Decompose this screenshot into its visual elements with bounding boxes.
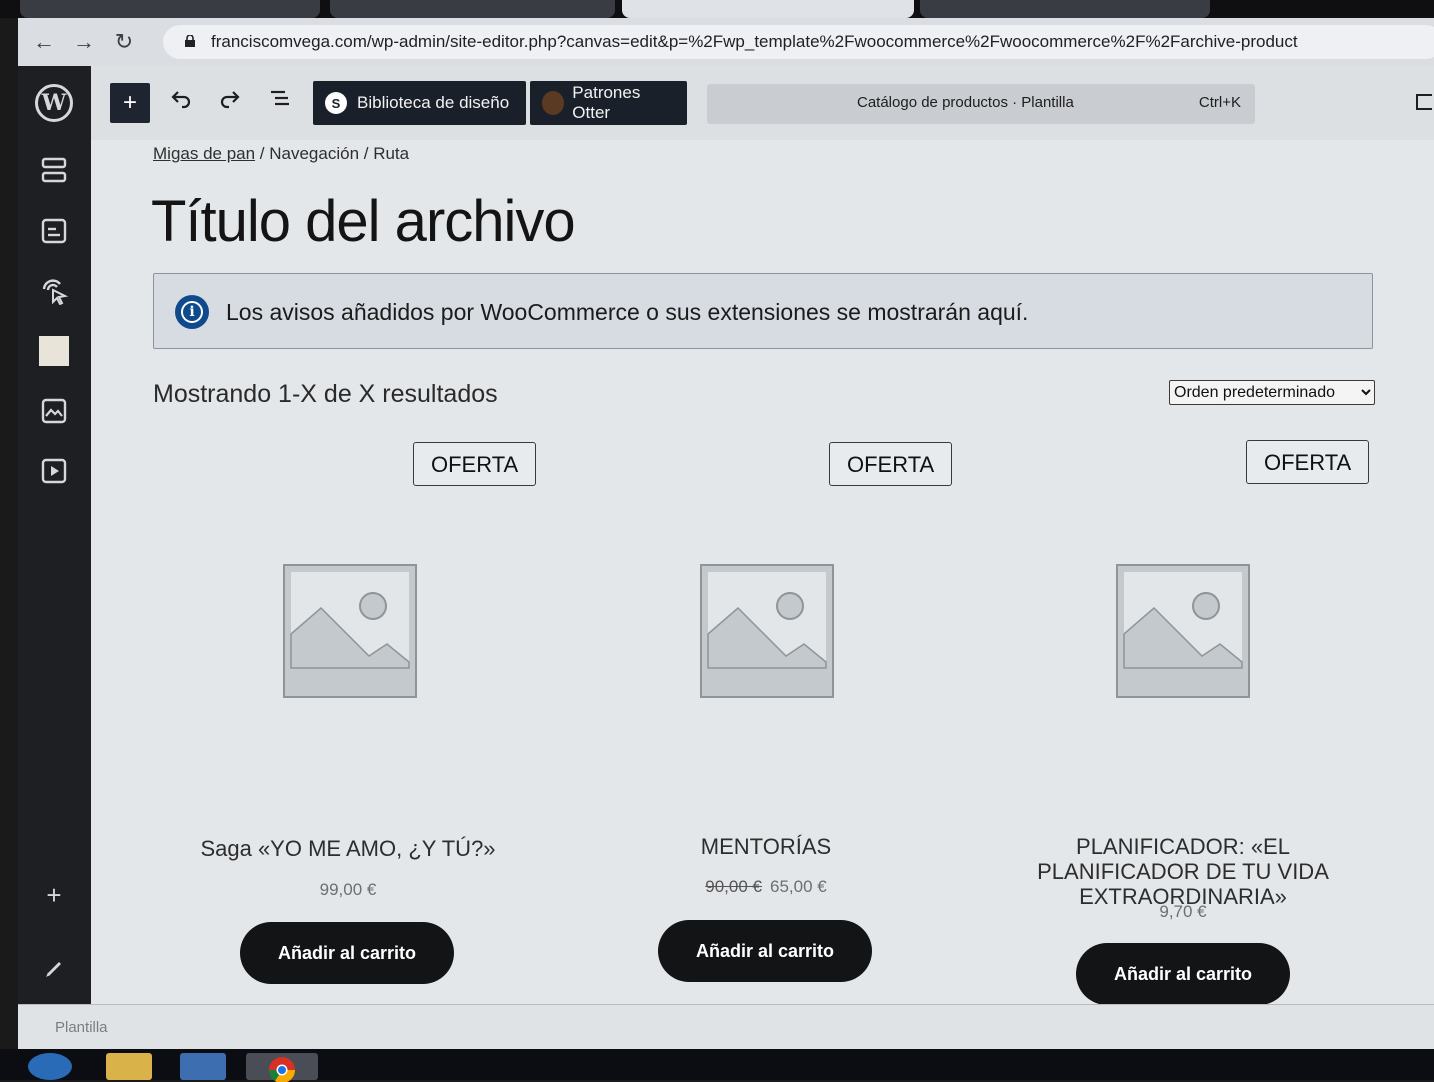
current-price: 65,00 € <box>770 877 827 896</box>
otter-patterns-label: Patrones Otter <box>572 83 641 122</box>
product-title[interactable]: PLANIFICADOR: «EL PLANIFICADOR DE TU VID… <box>993 834 1373 909</box>
sale-badge: OFERTA <box>413 442 537 486</box>
browser-tab[interactable] <box>920 0 1210 18</box>
forward-icon[interactable]: → <box>70 28 98 56</box>
media-player-icon[interactable] <box>180 1053 226 1080</box>
block-breadcrumb-label[interactable]: Plantilla <box>55 1019 108 1036</box>
product-card: OFERTA Saga «YO ME AMO, ¿Y TÚ?» 99,00 € … <box>158 440 538 1004</box>
edit-icon[interactable] <box>37 950 71 984</box>
sale-badge: OFERTA <box>1246 440 1370 484</box>
editor-left-rail: W + <box>18 66 91 1004</box>
placeholder-image-icon <box>700 564 834 698</box>
store-notices-block[interactable]: i Los avisos añadidos por WooCommerce o … <box>153 273 1373 349</box>
templates-icon[interactable] <box>37 334 71 368</box>
document-overview-button[interactable] <box>263 86 297 120</box>
add-to-cart-button[interactable]: Añadir al carrito <box>240 922 454 984</box>
browser-toolbar: ← → ↻ franciscomvega.com/wp-admin/site-e… <box>18 18 1434 66</box>
product-card: OFERTA PLANIFICADOR: «EL PLANIFICADOR DE… <box>993 440 1373 1004</box>
browser-tab-strip <box>0 0 1434 18</box>
media-icon[interactable] <box>37 394 71 428</box>
sale-badge: OFERTA <box>829 442 953 486</box>
browser-tab[interactable] <box>20 0 320 18</box>
placeholder-image-icon <box>283 564 417 698</box>
os-taskbar <box>0 1049 1434 1082</box>
file-explorer-icon[interactable] <box>106 1053 152 1080</box>
product-price: 90,00 € 65,00 € <box>576 877 956 897</box>
result-count: Mostrando 1-X de X resultados <box>153 380 498 408</box>
undo-button[interactable] <box>164 86 198 120</box>
editor-toolbar: + S Biblioteca de diseño Patrones Otter … <box>91 66 1434 141</box>
breadcrumb: Migas de pan / Navegación / Ruta <box>153 144 409 164</box>
product-price: 9,70 € <box>993 902 1373 922</box>
patterns-icon[interactable] <box>37 454 71 488</box>
notice-text: Los avisos añadidos por WooCommerce o su… <box>226 299 1029 325</box>
command-palette-bar[interactable]: Catálogo de productos · Plantilla Ctrl+K <box>707 84 1255 124</box>
document-overview-icon <box>271 90 289 106</box>
product-card: OFERTA MENTORÍAS 90,00 € 65,00 € Añadir a… <box>576 440 956 1004</box>
browser-tab[interactable] <box>330 0 615 18</box>
design-library-icon: S <box>325 92 347 114</box>
chrome-icon[interactable] <box>246 1053 318 1082</box>
wordpress-logo-icon[interactable]: W <box>35 84 73 122</box>
orderby-select[interactable]: Orden predeterminado <box>1169 380 1375 405</box>
view-mode-icon[interactable] <box>1416 94 1432 110</box>
navigation-icon[interactable] <box>37 154 71 188</box>
pages-icon[interactable] <box>37 274 71 308</box>
current-price: 9,70 € <box>1159 902 1207 921</box>
design-library-label: Biblioteca de diseño <box>357 93 510 112</box>
current-price: 99,00 € <box>319 880 377 899</box>
url-text: franciscomvega.com/wp-admin/site-editor.… <box>211 32 1298 51</box>
redo-icon <box>220 91 240 109</box>
undo-icon <box>171 91 191 109</box>
template-title: Catálogo de productos · Plantilla <box>857 94 1074 111</box>
browser-tab-active[interactable] <box>622 0 914 18</box>
breadcrumb-link[interactable]: Migas de pan <box>153 144 255 163</box>
redo-button[interactable] <box>213 86 247 120</box>
reload-icon[interactable]: ↻ <box>110 28 138 56</box>
breadcrumb-rest: / Navegación / Ruta <box>255 144 410 163</box>
lock-icon <box>185 35 195 47</box>
add-to-cart-button[interactable]: Añadir al carrito <box>1076 943 1290 1004</box>
placeholder-image-icon <box>1116 564 1250 698</box>
info-icon: i <box>175 295 209 329</box>
back-icon[interactable]: ← <box>30 28 58 56</box>
product-price: 99,00 € <box>158 880 538 900</box>
address-bar[interactable]: franciscomvega.com/wp-admin/site-editor.… <box>163 25 1434 59</box>
design-library-button[interactable]: S Biblioteca de diseño <box>313 81 526 125</box>
inserter-button[interactable]: + <box>110 83 150 123</box>
editor-footer: Plantilla <box>18 1004 1434 1050</box>
editor-canvas: Migas de pan / Navegación / Ruta Título … <box>91 140 1434 1004</box>
page-title[interactable]: Título del archivo <box>151 188 576 255</box>
otter-avatar-icon <box>542 91 565 115</box>
add-icon[interactable]: + <box>37 878 71 912</box>
otter-patterns-button[interactable]: Patrones Otter <box>530 81 687 125</box>
product-title[interactable]: MENTORÍAS <box>576 834 956 859</box>
command-shortcut: Ctrl+K <box>1198 94 1241 111</box>
add-to-cart-button[interactable]: Añadir al carrito <box>658 920 872 982</box>
styles-icon[interactable] <box>37 214 71 248</box>
product-title[interactable]: Saga «YO ME AMO, ¿Y TÚ?» <box>158 836 538 861</box>
start-button-icon[interactable] <box>28 1053 72 1080</box>
plus-icon: + <box>122 89 137 116</box>
regular-price: 90,00 € <box>705 877 762 896</box>
